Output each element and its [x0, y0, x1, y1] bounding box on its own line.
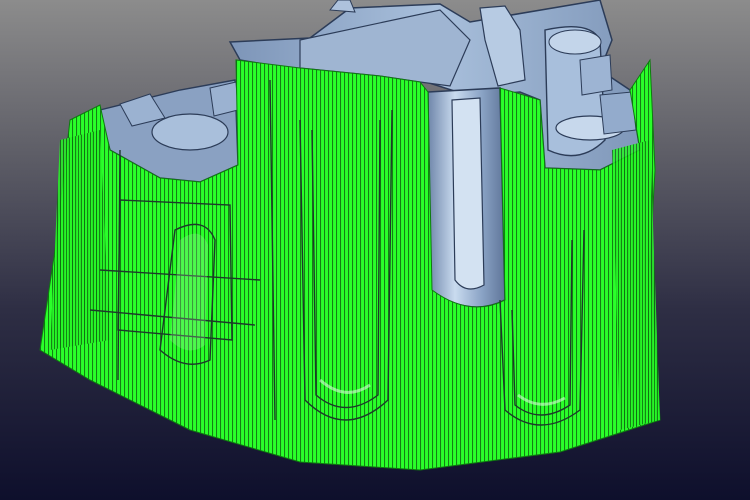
3d-viewport[interactable] — [0, 0, 750, 500]
part-scene[interactable] — [0, 0, 750, 500]
